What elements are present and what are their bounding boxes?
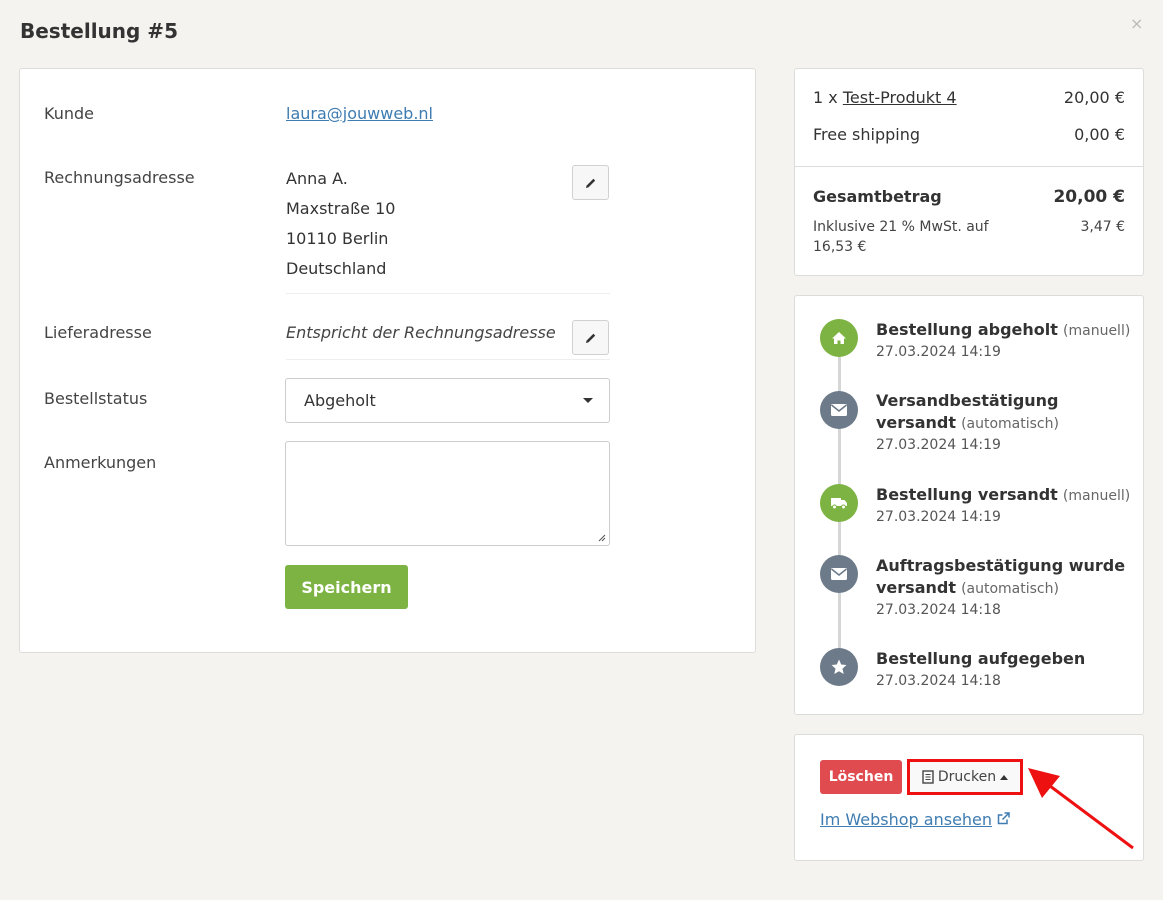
shipping-price: 0,00 € <box>1074 125 1125 144</box>
divider <box>795 166 1143 167</box>
caret-down-icon <box>583 398 593 403</box>
billing-address: Anna A. Maxstraße 10 10110 Berlin Deutsc… <box>286 164 395 284</box>
customer-label: Kunde <box>44 104 94 123</box>
timeline-title: Bestellung aufgegeben <box>876 649 1086 668</box>
timeline-title: Bestellung versandt <box>876 485 1058 504</box>
annotation-arrow <box>1028 768 1134 850</box>
timeline-date: 27.03.2024 14:18 <box>876 602 1001 618</box>
caret-up-icon <box>1000 774 1009 780</box>
order-form-card: Kunde laura@jouwweb.nl Rechnungsadresse … <box>19 68 756 653</box>
timeline-entry: Bestellung aufgegeben 27.03.2024 14:18 <box>876 648 1131 691</box>
shipping-row: Free shipping 0,00 € <box>813 125 1125 144</box>
envelope-icon <box>820 391 858 429</box>
order-status-label: Bestellstatus <box>44 389 148 408</box>
product-link[interactable]: Test-Produkt 4 <box>843 88 957 107</box>
notes-label: Anmerkungen <box>44 453 157 472</box>
timeline-title: Bestellung abgeholt <box>876 320 1058 339</box>
order-summary-card: 1 x Test-Produkt 4 20,00 € Free shipping… <box>794 68 1144 276</box>
total-label: Gesamtbetrag <box>813 187 942 206</box>
timeline-entry: Bestellung abgeholt (manuell) 27.03.2024… <box>876 319 1131 362</box>
billing-address-line: Anna A. <box>286 169 348 188</box>
timeline-entry: Auftragsbestätigung wurde versandt (auto… <box>876 555 1131 620</box>
tax-row: Inklusive 21 % MwSt. auf 16,53 € 3,47 € <box>813 217 1125 257</box>
order-status-value: Abgeholt <box>304 391 376 410</box>
view-in-webshop-link[interactable]: Im Webshop ansehen <box>820 810 1010 829</box>
shipping-address-value: Entspricht der Rechnungsadresse <box>286 323 556 342</box>
shipping-method: Free shipping <box>813 125 921 144</box>
order-history-card: Bestellung abgeholt (manuell) 27.03.2024… <box>794 295 1144 715</box>
edit-billing-button[interactable] <box>572 165 609 200</box>
save-button[interactable]: Speichern <box>285 565 408 609</box>
customer-email-link[interactable]: laura@jouwweb.nl <box>286 104 433 123</box>
delete-button[interactable]: Löschen <box>820 760 902 794</box>
print-button[interactable]: Drucken <box>907 759 1023 795</box>
document-icon <box>922 770 934 784</box>
tax-value: 3,47 € <box>1080 219 1125 235</box>
external-link-icon <box>997 812 1010 825</box>
resize-grip-icon[interactable] <box>598 534 606 542</box>
timeline-entry: Versandbestätigung versandt (automatisch… <box>876 390 1131 455</box>
billing-address-label: Rechnungsadresse <box>44 168 195 187</box>
order-status-select[interactable]: Abgeholt <box>285 378 610 423</box>
truck-icon <box>820 484 858 522</box>
timeline-date: 27.03.2024 14:19 <box>876 344 1001 360</box>
timeline-entry: Bestellung versandt (manuell) 27.03.2024… <box>876 484 1131 527</box>
timeline-date: 27.03.2024 14:18 <box>876 673 1001 689</box>
timeline-note: (manuell) <box>1063 323 1131 339</box>
page-title: Bestellung #5 <box>20 19 178 43</box>
print-label: Drucken <box>937 769 997 785</box>
home-icon <box>820 319 858 357</box>
billing-address-line: Maxstraße 10 <box>286 199 396 218</box>
timeline-note: (manuell) <box>1062 488 1131 504</box>
total-row: Gesamtbetrag 20,00 € <box>813 187 1125 207</box>
timeline-date: 27.03.2024 14:19 <box>876 437 1001 453</box>
divider <box>286 293 610 294</box>
item-quantity: 1 x <box>813 88 838 107</box>
shipping-address-label: Lieferadresse <box>44 323 152 342</box>
timeline-date: 27.03.2024 14:19 <box>876 509 1001 525</box>
pencil-icon <box>585 178 595 188</box>
timeline-note: (automatisch) <box>961 581 1059 597</box>
edit-shipping-button[interactable] <box>572 320 609 355</box>
billing-address-line: Deutschland <box>286 259 387 278</box>
timeline-note: (automatisch) <box>961 416 1059 432</box>
divider <box>286 359 610 360</box>
pencil-icon <box>585 333 595 343</box>
billing-address-line: 10110 Berlin <box>286 229 389 248</box>
close-icon[interactable]: × <box>1130 14 1143 33</box>
envelope-icon <box>820 555 858 593</box>
total-value: 20,00 € <box>1053 187 1125 207</box>
tax-label: Inklusive 21 % MwSt. auf 16,53 € <box>813 219 989 255</box>
notes-textarea[interactable] <box>285 441 610 546</box>
item-price: 20,00 € <box>1063 88 1125 107</box>
line-item-row: 1 x Test-Produkt 4 20,00 € <box>813 88 1125 107</box>
star-icon <box>820 648 858 686</box>
